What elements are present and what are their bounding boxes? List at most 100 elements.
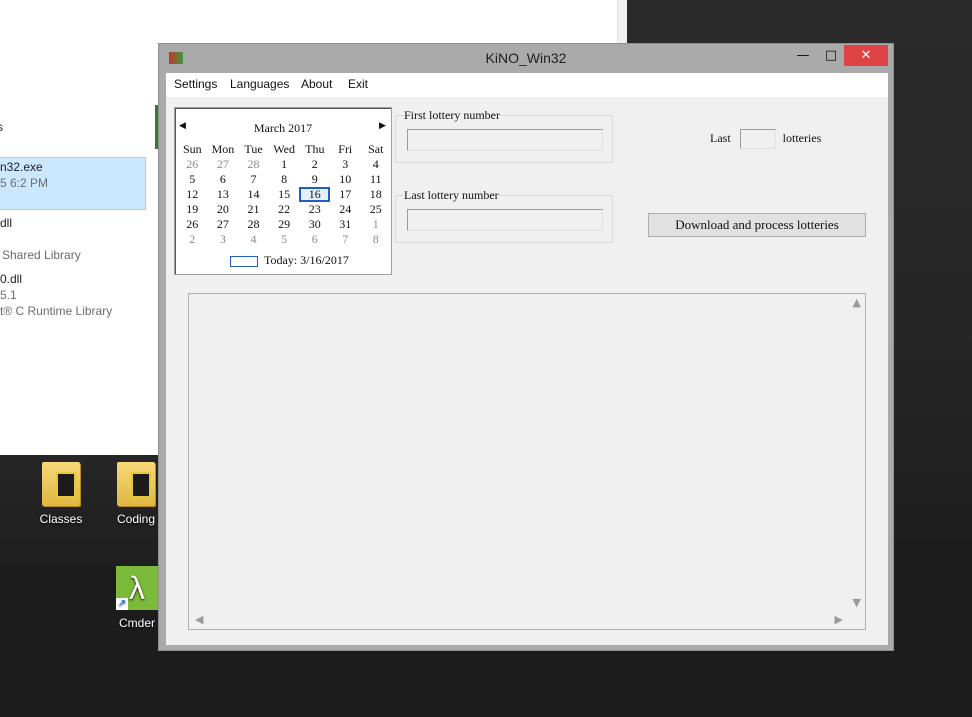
calendar-day[interactable]: 4 [238, 232, 269, 247]
calendar-day[interactable]: 12 [177, 187, 208, 202]
calendar-day[interactable]: 27 [208, 157, 239, 172]
desktop-icon-classes[interactable]: Classes [31, 462, 91, 526]
weekday-header: Tue [244, 142, 263, 156]
scroll-right-icon[interactable]: ▶ [835, 613, 843, 626]
calendar-day[interactable]: 11 [360, 172, 391, 187]
calendar-day[interactable]: 30 [299, 217, 330, 232]
folder-icon [117, 462, 155, 506]
calendar-day[interactable]: 26 [177, 217, 208, 232]
maximize-button[interactable]: □ [817, 45, 845, 66]
calendar-day[interactable]: 10 [330, 172, 360, 187]
first-lottery-field[interactable] [407, 129, 603, 151]
weekday-header: Sun [182, 142, 202, 156]
last-lottery-field[interactable] [407, 209, 603, 231]
calendar-day[interactable]: 16 [299, 187, 331, 202]
calendar-day[interactable]: 24 [330, 202, 360, 217]
menu-settings[interactable]: Settings [174, 77, 217, 91]
calendar-day[interactable]: 23 [299, 202, 330, 217]
calendar-day[interactable]: 8 [360, 232, 391, 247]
client-area: ◀ March 2017 ▶ Sun Mon Tue Wed Thu Fri S… [166, 97, 888, 645]
calendar-day[interactable]: 25 [360, 202, 391, 217]
calendar-day[interactable]: 6 [208, 172, 239, 187]
calendar-day[interactable]: 3 [208, 232, 239, 247]
first-lottery-label: First lottery number [404, 108, 500, 123]
file-item-type: Shared Library [2, 248, 81, 262]
scroll-left-icon[interactable]: ◀ [195, 613, 203, 626]
calendar-day[interactable]: 22 [269, 202, 300, 217]
desktop-icon-coding[interactable]: Coding [106, 462, 166, 526]
calendar-day[interactable]: 2 [299, 157, 330, 172]
next-month-icon[interactable]: ▶ [379, 120, 386, 131]
window-title: KiNO_Win32 [485, 50, 567, 66]
calendar-day[interactable]: 17 [330, 187, 360, 202]
calendar-day[interactable]: 20 [208, 202, 239, 217]
calendar-day[interactable]: 8 [269, 172, 300, 187]
output-textarea[interactable]: ▲ ▼ ◀ ▶ [188, 293, 866, 630]
calendar-day[interactable]: 4 [360, 157, 391, 172]
calendar-grid: Sun Mon Tue Wed Thu Fri Sat 26 27 28 1 2 3 4 5 6… [177, 142, 391, 247]
calendar-day[interactable]: 5 [269, 232, 300, 247]
calendar-day[interactable]: 3 [330, 157, 360, 172]
desktop-icon-label: Classes [39, 512, 83, 526]
menu-about[interactable]: About [301, 77, 332, 91]
month-calendar[interactable]: ◀ March 2017 ▶ Sun Mon Tue Wed Thu Fri S… [174, 107, 392, 275]
file-item-version: 5.1 [0, 288, 17, 302]
scroll-up-icon[interactable]: ▲ [853, 296, 861, 309]
calendar-day[interactable]: 9 [299, 172, 330, 187]
calendar-day[interactable]: 13 [208, 187, 239, 202]
scroll-down-icon[interactable]: ▼ [853, 596, 861, 609]
minimize-button[interactable]: — [789, 45, 817, 66]
download-process-button[interactable]: Download and process lotteries [648, 213, 866, 237]
today-label: Today: 3/16/2017 [264, 253, 349, 267]
last-lottery-label: Last lottery number [404, 188, 499, 203]
calendar-day[interactable]: 31 [330, 217, 360, 232]
calendar-day[interactable]: 21 [238, 202, 269, 217]
last-lotteries-row: Last lotteries [710, 129, 821, 149]
last-count-field[interactable] [739, 129, 776, 149]
file-item-date: 5 6:2 PM [0, 176, 49, 190]
calendar-day[interactable]: 1 [269, 157, 300, 172]
calendar-day[interactable]: 5 [177, 172, 208, 187]
today-marker-icon [230, 255, 258, 267]
desktop-icon-label: Coding [116, 512, 156, 526]
calendar-day[interactable]: 14 [238, 187, 269, 202]
file-item-name[interactable]: 0.dll [0, 272, 22, 286]
last-prefix-label: Last [710, 130, 731, 145]
calendar-day[interactable]: 19 [177, 202, 208, 217]
calendar-day[interactable]: 29 [269, 217, 300, 232]
calendar-day[interactable]: 7 [238, 172, 269, 187]
explorer-edge [617, 0, 627, 44]
calendar-day[interactable]: 18 [360, 187, 391, 202]
calendar-day[interactable]: 27 [208, 217, 239, 232]
weekday-header: Sat [368, 142, 384, 156]
weekday-header: Fri [338, 142, 353, 156]
last-suffix-label: lotteries [782, 130, 822, 145]
folder-icon [42, 462, 80, 506]
calendar-day[interactable]: 15 [269, 187, 300, 202]
file-item-name[interactable]: dll [0, 216, 12, 230]
kino-window: KiNO_Win32 — □ ✕ Settings Languages Abou… [158, 43, 894, 651]
calendar-day[interactable]: 28 [238, 217, 269, 232]
calendar-day[interactable]: 2 [177, 232, 208, 247]
calendar-day[interactable]: 7 [330, 232, 360, 247]
file-item-description: t® C Runtime Library [0, 304, 113, 318]
close-button[interactable]: ✕ [844, 45, 888, 66]
cmder-lambda-icon: λ ↗ [116, 566, 158, 610]
calendar-month-label[interactable]: March 2017 [175, 121, 391, 136]
menu-languages[interactable]: Languages [230, 77, 289, 91]
menu-exit[interactable]: Exit [348, 77, 368, 91]
calendar-today[interactable]: Today: 3/16/2017 [230, 253, 349, 268]
last-lottery-group: Last lottery number [395, 188, 613, 243]
calendar-day[interactable]: 1 [360, 217, 391, 232]
file-item-label[interactable]: s [0, 120, 3, 134]
file-item-name[interactable]: n32.exe [0, 160, 43, 174]
calendar-day[interactable]: 26 [177, 157, 208, 172]
weekday-header: Mon [211, 142, 235, 156]
calendar-day[interactable]: 6 [299, 232, 330, 247]
calendar-day[interactable]: 28 [238, 157, 269, 172]
title-bar[interactable]: KiNO_Win32 — □ ✕ [159, 44, 893, 72]
first-lottery-group: First lottery number [395, 108, 613, 163]
desktop-icon-label: Cmder [118, 616, 155, 630]
weekday-header: Thu [305, 142, 325, 156]
menu-bar: Settings Languages About Exit [166, 73, 888, 97]
